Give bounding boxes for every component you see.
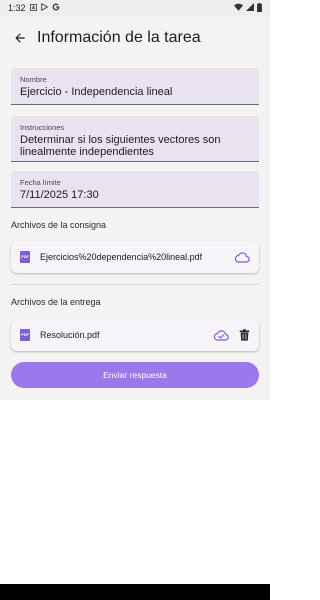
- status-time: 1:32: [8, 3, 26, 13]
- submission-file-item[interactable]: PDF Resolución.pdf: [11, 319, 259, 351]
- cloud-download-icon: [234, 252, 250, 263]
- assignment-file-name: Ejercicios%20dependencia%20lineal.pdf: [40, 252, 203, 262]
- status-left: 1:32: [8, 2, 60, 13]
- cloud-done-icon: [213, 330, 229, 341]
- app-content: Información de la tarea Nombre Ejercicio…: [0, 16, 270, 400]
- instructions-field-label: Instrucciones: [20, 123, 65, 132]
- instructions-field[interactable]: Instrucciones Determinar si los siguient…: [11, 116, 259, 162]
- send-answer-button[interactable]: Enviar respuesta: [11, 362, 259, 388]
- name-field[interactable]: Nombre Ejercicio - Independencia lineal: [11, 68, 259, 105]
- pdf-icon-label: PDF: [21, 333, 29, 337]
- name-field-label: Nombre: [20, 75, 47, 84]
- pdf-file-icon: PDF: [20, 329, 30, 341]
- status-bar: 1:32: [0, 0, 270, 16]
- top-app-bar: Información de la tarea: [0, 16, 270, 60]
- section-divider: [11, 284, 259, 285]
- due-date-field-value: 7/11/2025 17:30: [20, 189, 99, 201]
- submission-file-name: Resolución.pdf: [40, 330, 100, 340]
- back-button[interactable]: [10, 28, 30, 48]
- play-store-icon: [40, 2, 48, 13]
- submission-file-actions: [213, 329, 250, 341]
- google-icon: [52, 3, 60, 13]
- assignment-file-actions: [234, 251, 250, 263]
- download-button[interactable]: [234, 251, 250, 263]
- assignment-files-title: Archivos de la consigna: [11, 220, 107, 230]
- name-field-value: Ejercicio - Independencia lineal: [20, 86, 173, 98]
- arrow-left-icon: [15, 33, 25, 43]
- assignment-file-item[interactable]: PDF Ejercicios%20dependencia%20lineal.pd…: [11, 241, 259, 273]
- battery-icon: [257, 2, 262, 14]
- uploaded-status-button[interactable]: [213, 329, 229, 341]
- notification-a-icon: [29, 3, 37, 13]
- submission-files-title: Archivos de la entrega: [11, 297, 101, 307]
- trash-icon: [239, 329, 250, 341]
- status-right: [234, 2, 262, 14]
- pdf-icon-label: PDF: [21, 255, 29, 259]
- delete-button[interactable]: [239, 329, 250, 341]
- pdf-file-icon: PDF: [20, 251, 30, 263]
- page-title: Información de la tarea: [37, 29, 201, 46]
- wifi-icon: [234, 3, 243, 13]
- system-navigation-bar: [0, 584, 270, 600]
- instructions-field-value: Determinar si los siguientes vectores so…: [20, 134, 221, 158]
- signal-icon: [246, 3, 254, 13]
- due-date-field[interactable]: Fecha límite 7/11/2025 17:30: [11, 171, 259, 208]
- due-date-field-label: Fecha límite: [20, 178, 61, 187]
